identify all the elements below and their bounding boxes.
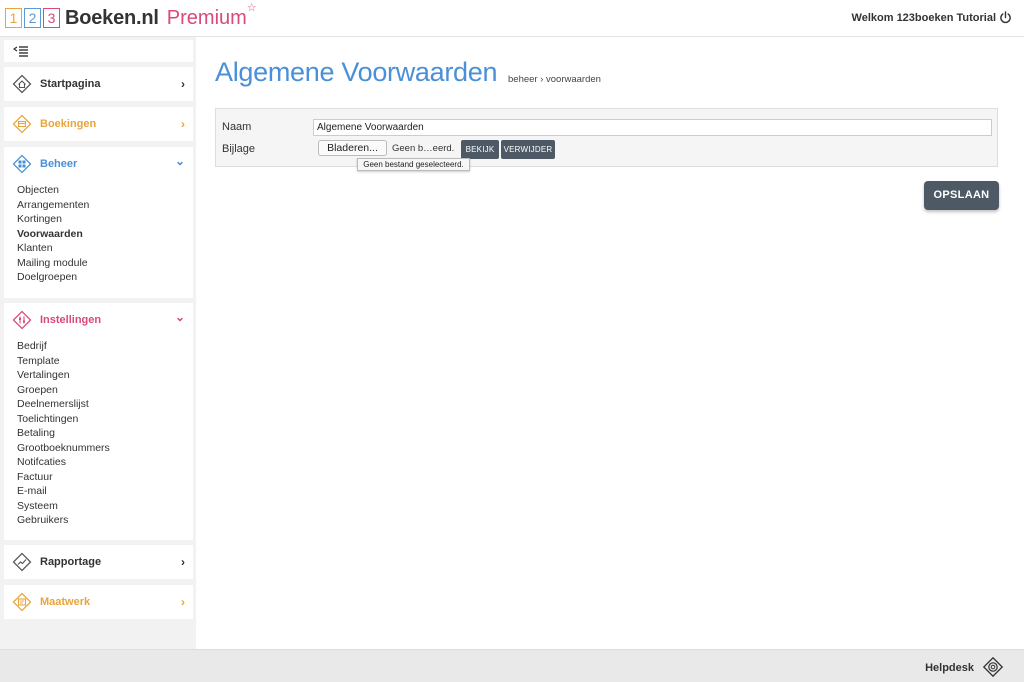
star-icon: ☆ — [246, 1, 257, 14]
chevron-down-icon: ⌄ — [174, 154, 185, 168]
sidebar-section-header[interactable]: Maatwerk › — [4, 585, 193, 619]
sidebar-label-startpagina: Startpagina — [40, 78, 101, 90]
delete-button[interactable]: VERWIJDER — [501, 140, 555, 159]
sidebar-collapse-button[interactable] — [4, 40, 193, 62]
helpdesk-link[interactable]: Helpdesk — [925, 662, 974, 674]
sidebar-item-template[interactable]: Template — [17, 354, 193, 369]
sidebar-item-betaling[interactable]: Betaling — [17, 426, 193, 441]
sidebar-item-grootboeknummers[interactable]: Grootboeknummers — [17, 441, 193, 456]
sidebar-label-boekingen: Boekingen — [40, 118, 97, 130]
sidebar-item-toelichtingen[interactable]: Toelichtingen — [17, 412, 193, 427]
terms-form: Naam Bijlage Bladeren... Geen b…eerd. BE… — [215, 108, 998, 167]
chart-icon — [12, 552, 32, 572]
file-status: Geen b…eerd. — [392, 143, 455, 154]
main-content: Algemene Voorwaarden beheer › voorwaarde… — [196, 37, 1024, 649]
sidebar-item-systeem[interactable]: Systeem — [17, 499, 193, 514]
view-button[interactable]: BEKIJK — [461, 140, 499, 159]
lifebuoy-icon[interactable] — [982, 656, 1004, 678]
file-tooltip: Geen bestand geselecteerd. — [357, 158, 470, 171]
sidebar-item-klanten[interactable]: Klanten — [17, 241, 193, 256]
sidebar-item-notifcaties[interactable]: Notifcaties — [17, 455, 193, 470]
save-button[interactable]: OPSLAAN — [924, 181, 999, 210]
sidebar-item-arrangementen[interactable]: Arrangementen — [17, 198, 193, 213]
sidebar-item-factuur[interactable]: Factuur — [17, 470, 193, 485]
logo-digit-3: 3 — [43, 8, 60, 28]
sidebar-label-instellingen: Instellingen — [40, 314, 102, 326]
sidebar-item-voorwaarden[interactable]: Voorwaarden — [17, 227, 193, 242]
chevron-right-icon: › — [181, 117, 185, 131]
footer: Helpdesk — [0, 649, 1024, 682]
logo-digit-1: 1 — [5, 8, 22, 28]
sidebar-section-beheer: Beheer ⌄ Objecten Arrangementen Kortinge… — [4, 147, 193, 298]
logo-premium: Premium☆ — [166, 2, 257, 30]
sidebar-section-rapportage[interactable]: Rapportage › — [4, 545, 193, 579]
name-label: Naam — [222, 121, 252, 133]
sidebar: Startpagina › Boekingen › Beheer ⌄ Objec… — [0, 37, 196, 649]
custom-icon — [12, 592, 32, 612]
sidebar-section-boekingen[interactable]: Boekingen › — [4, 107, 193, 141]
top-bar: 1 2 3 Boeken.nl Premium☆ Welkom 123boeke… — [0, 0, 1024, 37]
logo-premium-text: Premium — [166, 6, 247, 29]
sidebar-item-gebruikers[interactable]: Gebruikers — [17, 513, 193, 528]
sidebar-item-e-mail[interactable]: E-mail — [17, 484, 193, 499]
sidebar-item-doelgroepen[interactable]: Doelgroepen — [17, 270, 193, 285]
sidebar-submenu-instellingen: Bedrijf Template Vertalingen Groepen Dee… — [4, 337, 193, 528]
home-icon — [12, 74, 32, 94]
logo-text: Boeken.nl — [65, 6, 159, 29]
name-input[interactable] — [313, 119, 992, 136]
sidebar-item-vertalingen[interactable]: Vertalingen — [17, 368, 193, 383]
chevron-down-icon: ⌄ — [174, 310, 185, 324]
sidebar-section-header[interactable]: Instellingen ⌄ — [4, 303, 193, 337]
sidebar-item-kortingen[interactable]: Kortingen — [17, 212, 193, 227]
sidebar-section-header[interactable]: Beheer ⌄ — [4, 147, 193, 181]
sidebar-label-rapportage: Rapportage — [40, 556, 102, 568]
sidebar-section-startpagina[interactable]: Startpagina › — [4, 67, 193, 101]
sidebar-item-mailing-module[interactable]: Mailing module — [17, 256, 193, 271]
sidebar-section-maatwerk[interactable]: Maatwerk › — [4, 585, 193, 619]
sidebar-item-objecten[interactable]: Objecten — [17, 183, 193, 198]
page-title: Algemene Voorwaarden — [215, 57, 498, 87]
sidebar-section-instellingen: Instellingen ⌄ Bedrijf Template Vertalin… — [4, 303, 193, 540]
sidebar-submenu-beheer: Objecten Arrangementen Kortingen Voorwaa… — [4, 181, 193, 285]
logo[interactable]: 1 2 3 Boeken.nl Premium☆ — [5, 2, 257, 30]
sidebar-label-maatwerk: Maatwerk — [40, 596, 91, 608]
sidebar-label-beheer: Beheer — [40, 158, 78, 170]
sidebar-item-deelnemerslijst[interactable]: Deelnemerslijst — [17, 397, 193, 412]
power-icon[interactable] — [999, 11, 1012, 24]
sidebar-section-header[interactable]: Rapportage › — [4, 545, 193, 579]
chevron-right-icon: › — [181, 555, 185, 569]
sidebar-item-groepen[interactable]: Groepen — [17, 383, 193, 398]
chevron-right-icon: › — [181, 77, 185, 91]
sidebar-item-bedrijf[interactable]: Bedrijf — [17, 339, 193, 354]
chevron-right-icon: › — [181, 595, 185, 609]
logo-digit-2: 2 — [24, 8, 41, 28]
browse-button[interactable]: Bladeren... — [318, 140, 387, 156]
breadcrumb[interactable]: beheer › voorwaarden — [508, 74, 601, 85]
menu-collapse-icon — [13, 46, 28, 57]
welcome-text: Welkom 123boeken Tutorial — [851, 12, 996, 24]
sidebar-section-header[interactable]: Startpagina › — [4, 67, 193, 101]
settings-icon — [12, 310, 32, 330]
sidebar-section-header[interactable]: Boekingen › — [4, 107, 193, 141]
bookings-icon — [12, 114, 32, 134]
grid-icon — [12, 154, 32, 174]
attachment-label: Bijlage — [222, 143, 256, 155]
